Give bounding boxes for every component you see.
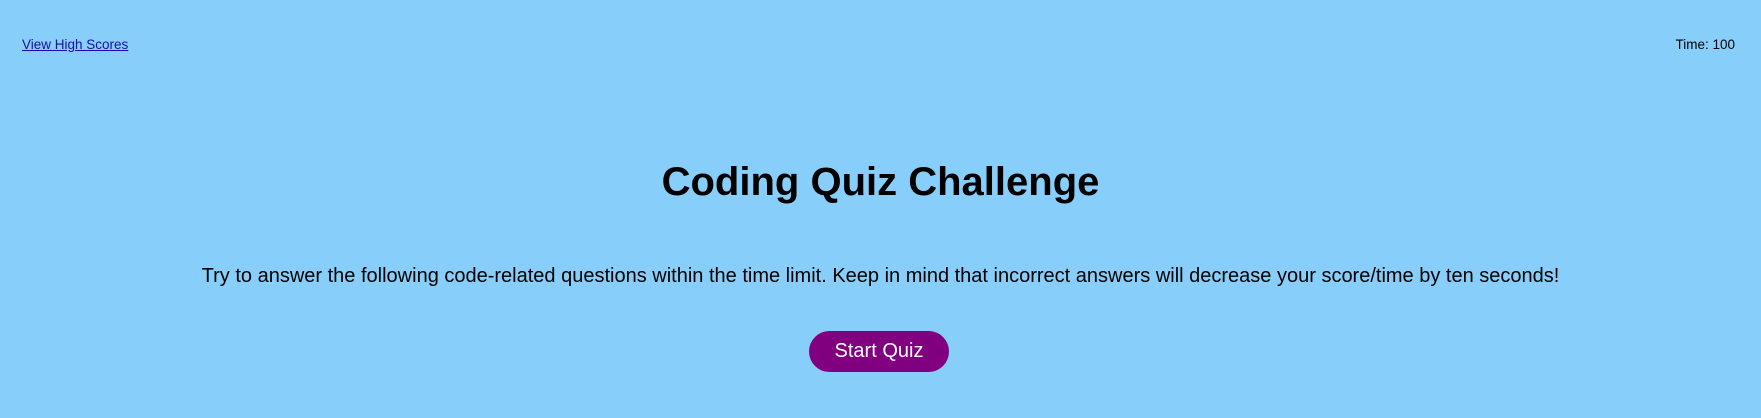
quiz-description: Try to answer the following code-related…: [201, 265, 1560, 287]
quiz-page: View High Scores Time: 100 Coding Quiz C…: [0, 0, 1761, 418]
start-quiz-button[interactable]: Start Quiz: [809, 331, 949, 372]
timer-display: Time: 100: [1675, 37, 1735, 52]
view-high-scores-link[interactable]: View High Scores: [22, 37, 128, 53]
page-title: Coding Quiz Challenge: [661, 160, 1100, 204]
